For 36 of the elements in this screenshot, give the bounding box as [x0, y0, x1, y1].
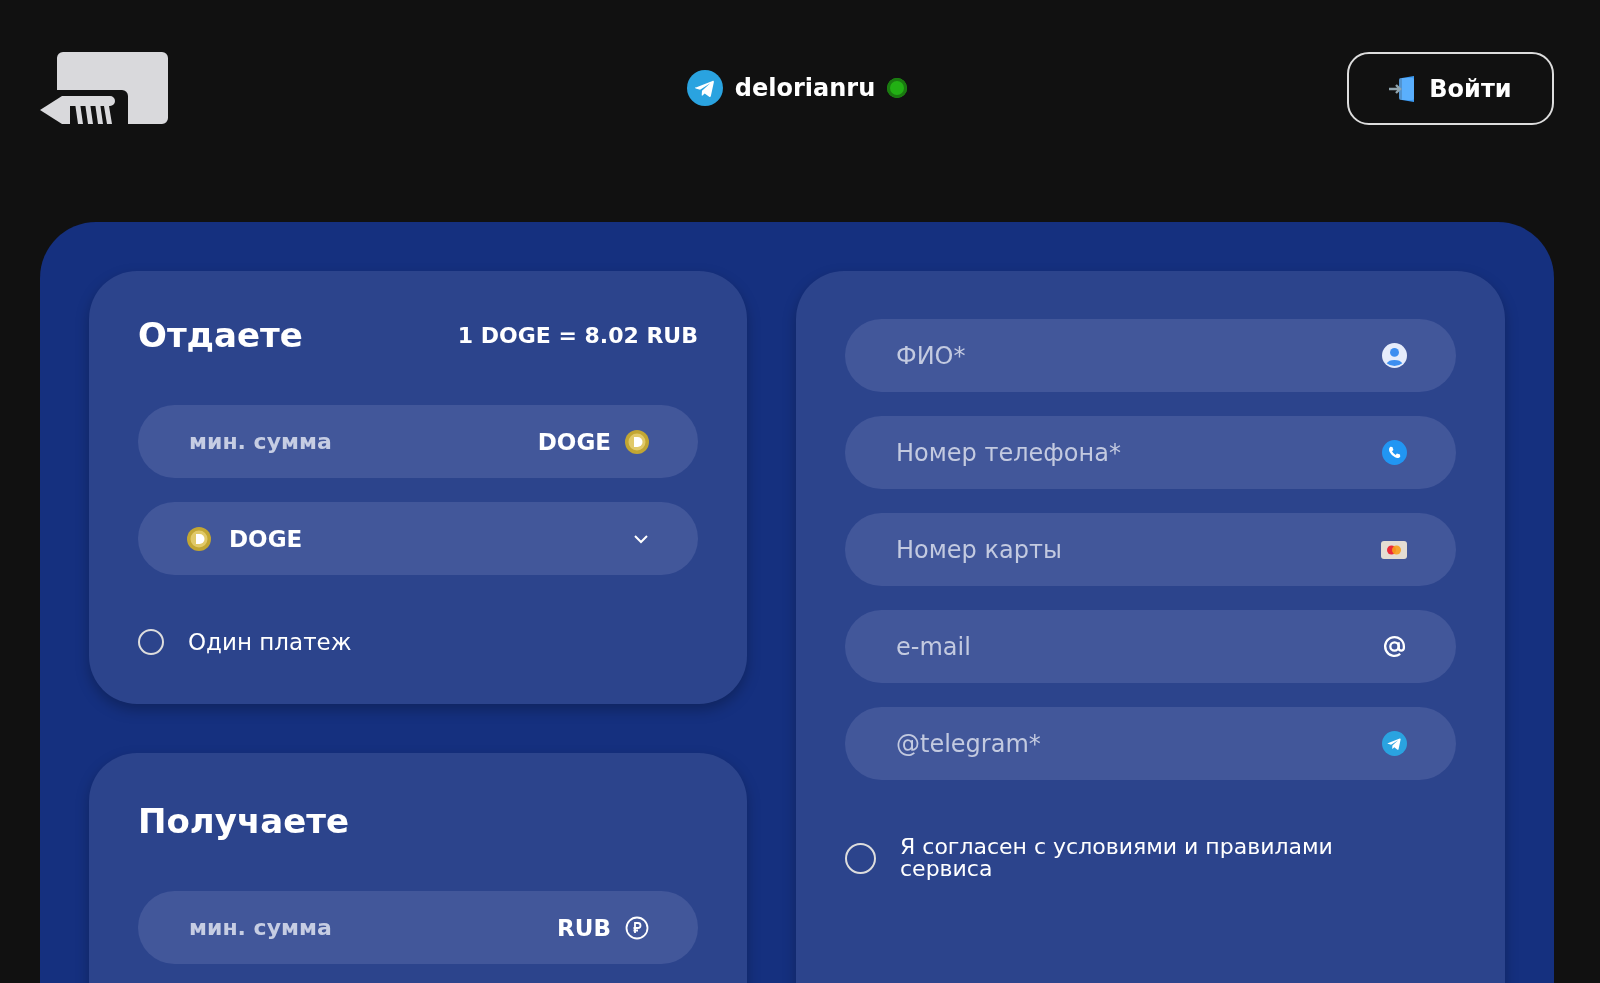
agree-checkbox[interactable]	[845, 842, 876, 874]
currency-label: DOGE	[537, 428, 611, 455]
card-title: Получаете	[138, 801, 349, 841]
login-button[interactable]: Войти	[1347, 52, 1554, 125]
paper-plane-icon	[1382, 731, 1407, 756]
text-field[interactable]: @telegram*	[845, 707, 1456, 780]
amount-field[interactable]: мин. сумма DOGE	[138, 405, 698, 478]
ruble-icon	[625, 915, 649, 940]
card-title: Отдаете	[138, 315, 303, 355]
person-icon	[1382, 343, 1407, 368]
coin-icon	[187, 526, 211, 551]
at-sign-icon	[1382, 634, 1407, 659]
input-field[interactable]: @telegram*	[894, 728, 1368, 759]
input-field[interactable]: e-mail	[894, 631, 1368, 662]
chevron-down-icon	[633, 533, 649, 544]
text-field[interactable]: e-mail	[845, 610, 1456, 683]
agreement-label: Я согласен с условиями и правилами сервиса	[900, 836, 1334, 880]
phone-icon	[1382, 440, 1407, 465]
currency-label: RUB	[557, 914, 611, 941]
input-field[interactable]: ФИО*	[894, 340, 1368, 371]
exchange-rate: 1 DOGE = 8.02 RUB	[457, 322, 698, 348]
text-field[interactable]: Номер карты	[845, 513, 1456, 586]
input-field[interactable]: Номер телефона*	[894, 437, 1368, 468]
radio-label: Один платеж	[188, 630, 352, 654]
input-field[interactable]: Номер карты	[894, 534, 1367, 565]
text-field[interactable]: ФИО*	[845, 319, 1456, 392]
coin-icon	[625, 429, 649, 454]
card-icon	[1381, 540, 1407, 559]
amount-input[interactable]: мин. сумма	[187, 914, 544, 941]
text-field[interactable]: Номер телефона*	[845, 416, 1456, 489]
radio-button[interactable]	[138, 629, 164, 655]
amount-input[interactable]: мин. сумма	[187, 428, 524, 455]
amount-field[interactable]: мин. сумма RUB	[138, 891, 698, 964]
currency-select[interactable]: DOGE	[138, 502, 698, 575]
paper-plane-icon	[686, 70, 723, 106]
channel-name: delorianru	[734, 74, 876, 102]
